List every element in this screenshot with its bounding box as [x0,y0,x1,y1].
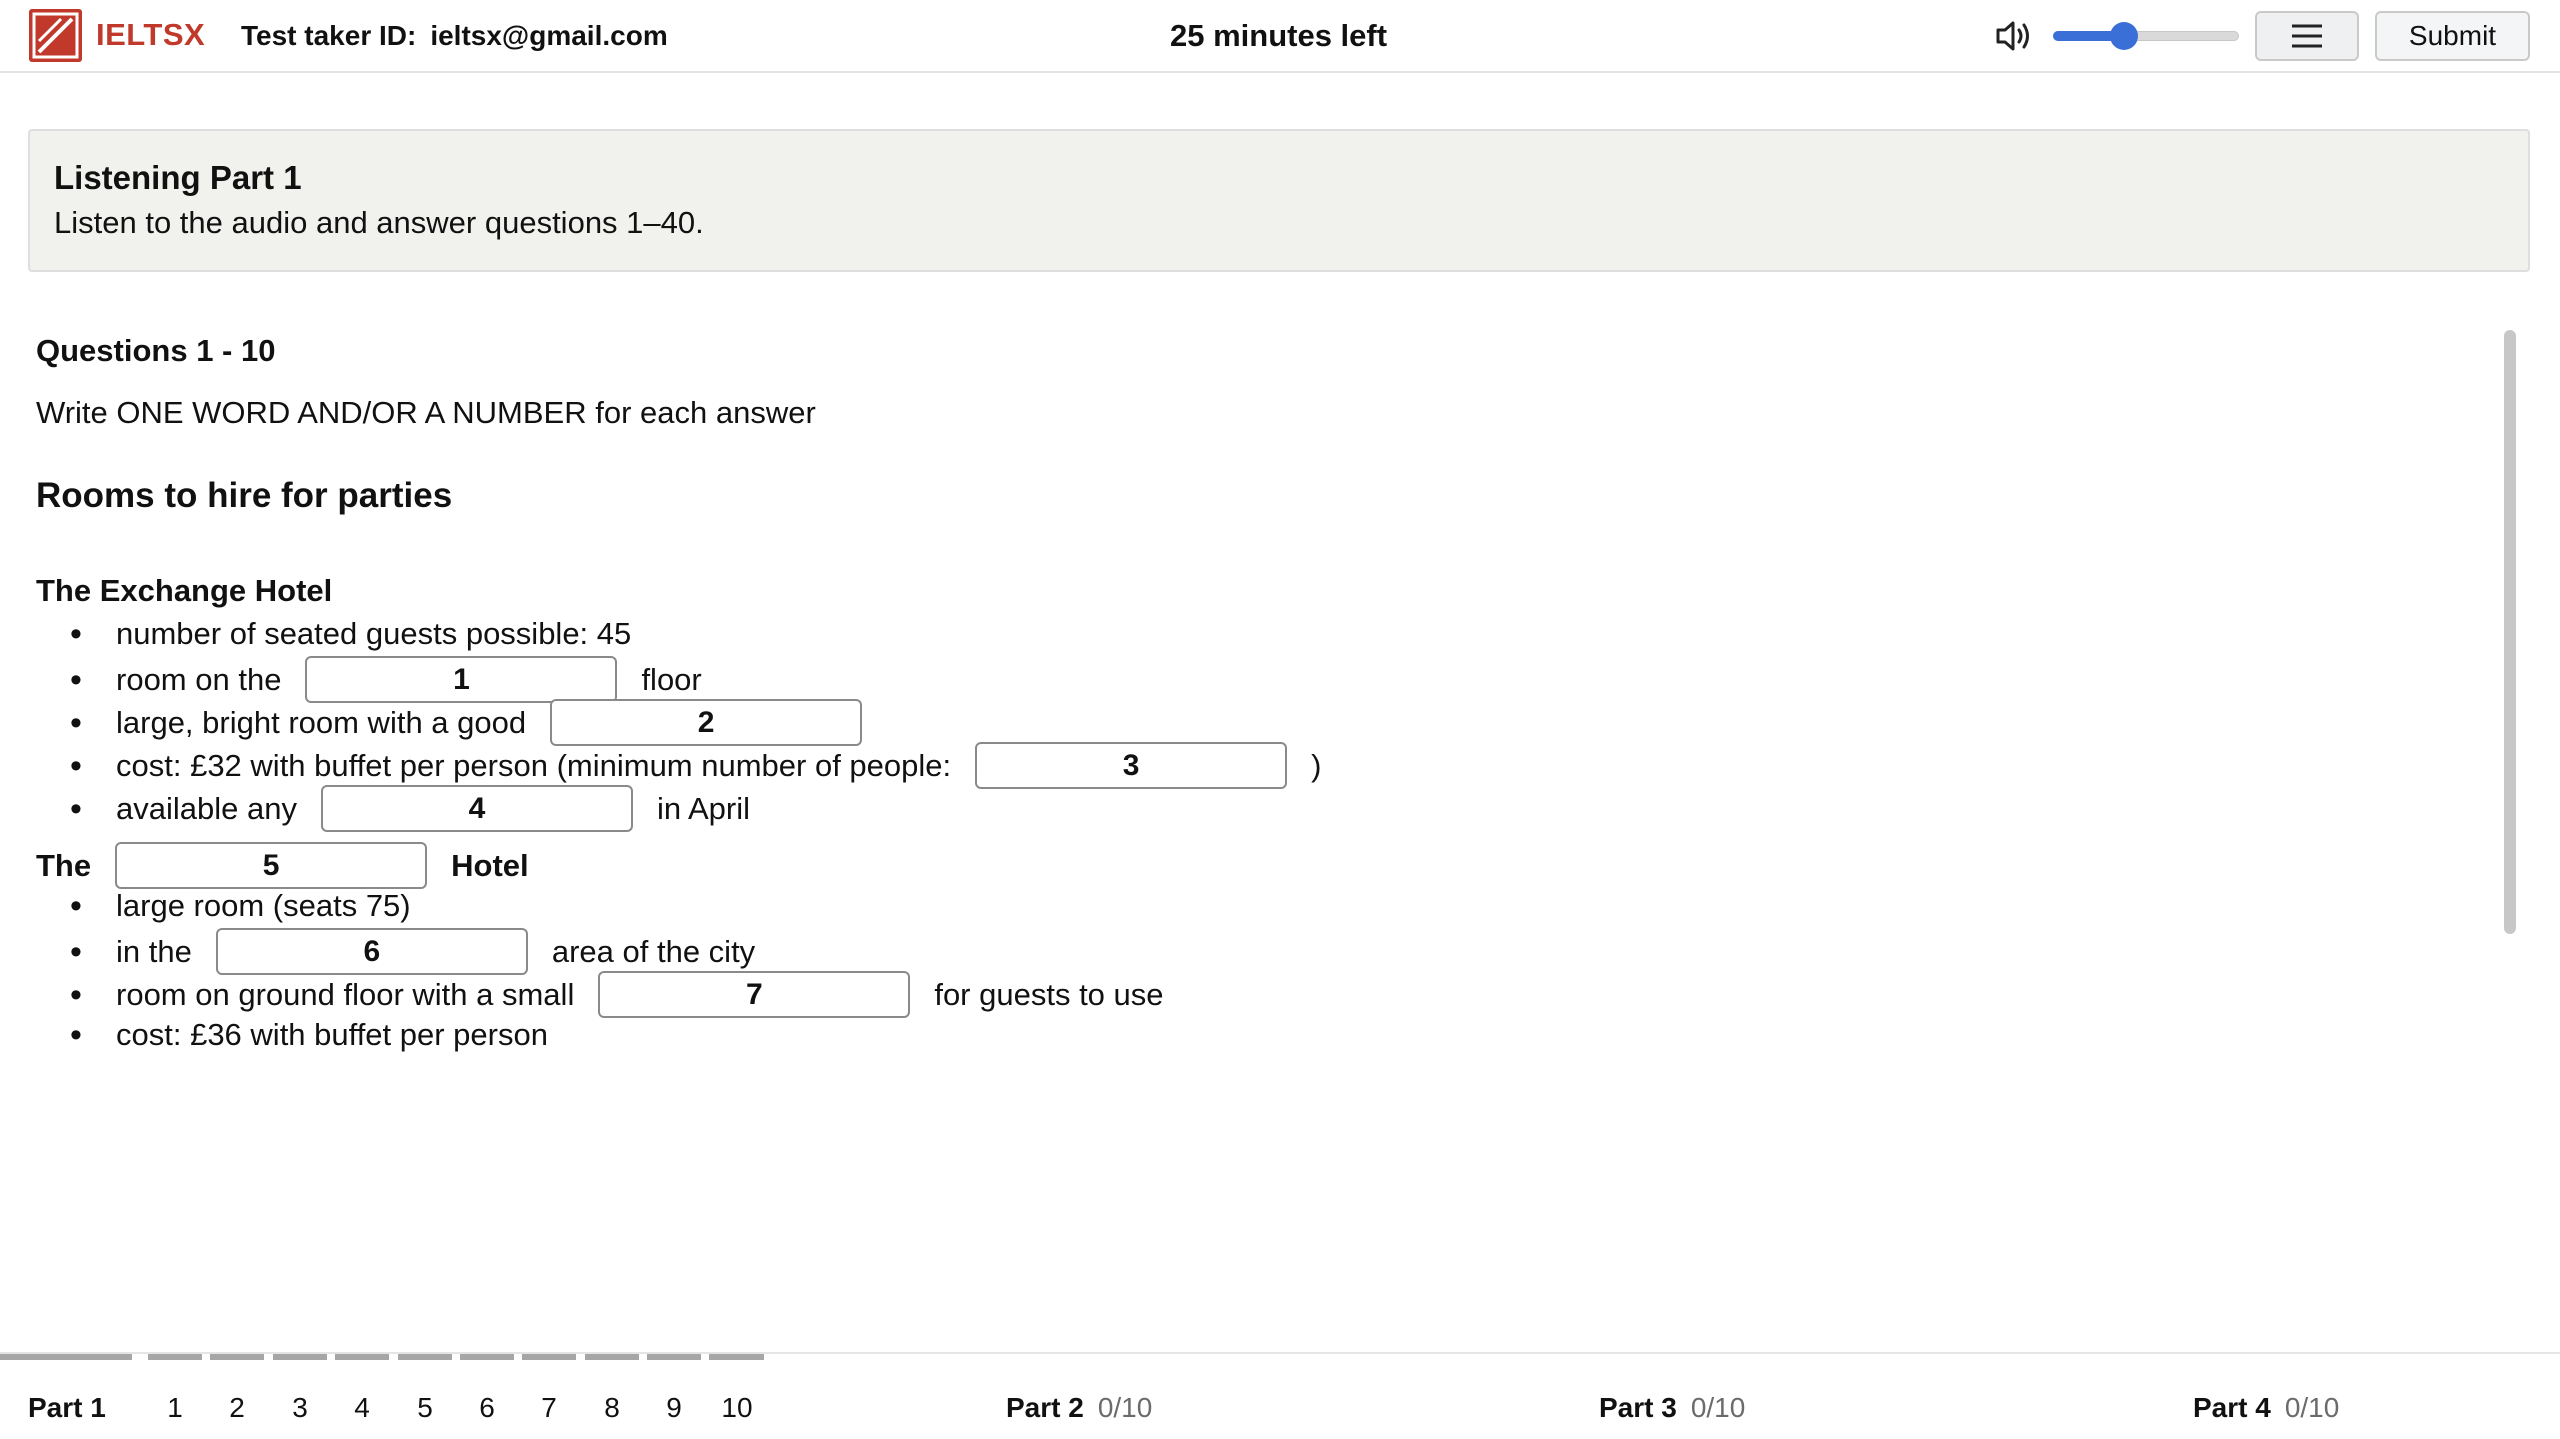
question-nav-5[interactable]: 5 [405,1388,445,1428]
test-taker-label: Test taker ID: [241,20,417,51]
list-item: • in the 6 area of the city [70,928,755,975]
answer-input-2[interactable]: 2 [550,699,863,746]
part-3-tab[interactable]: Part 3 0/10 [1599,1388,1745,1428]
bullet: • [70,703,82,742]
list-item-text: cost: £32 with buffet per person (minimu… [116,747,952,783]
part-4-tab[interactable]: Part 4 0/10 [2193,1388,2339,1428]
questions-instruction: Write ONE WORD AND/OR A NUMBER for each … [36,395,816,430]
test-taker-info: Test taker ID: ieltsx@gmail.com [241,16,668,56]
bullet: • [70,1016,82,1054]
list-item-text: in April [656,790,751,826]
part-title: Listening Part 1 [54,159,302,196]
question-nav-9[interactable]: 9 [654,1388,694,1428]
part-name: Part 4 [2193,1392,2271,1423]
question-nav-8[interactable]: 8 [592,1388,632,1428]
question-navigation: Part 1 1 2 3 4 5 6 7 8 9 10 Part 2 0/10 P… [0,1352,2560,1439]
question-nav-6[interactable]: 6 [467,1388,507,1428]
bullet: • [70,887,82,925]
bullet: • [70,932,82,971]
list-item-text: area of the city [551,933,756,969]
list-item: • cost: £32 with buffet per person (mini… [70,742,1321,789]
list-item: • room on ground floor with a small 7 fo… [70,971,1164,1018]
question-nav-7[interactable]: 7 [529,1388,569,1428]
list-item-text: room on ground floor with a small [116,976,575,1012]
bullet: • [70,975,82,1014]
brand-name: IELTSX [96,17,206,52]
list-item: • number of seated guests possible: 45 [70,613,631,655]
list-item-text: floor [641,661,702,697]
part-answered-count: 0/10 [2284,1392,2340,1423]
part-instruction: Listen to the audio and answer questions… [54,205,704,240]
question-nav-3[interactable]: 3 [280,1388,320,1428]
top-bar: IELTSX Test taker ID: ieltsx@gmail.com 25… [0,0,2560,73]
progress-segment [0,1354,132,1360]
question-pane[interactable]: Questions 1 - 10 Write ONE WORD AND/OR A… [0,320,2490,1320]
list-item-text: room on the [116,661,282,697]
list-item-text: available any [116,790,297,826]
part-answered-count: 0/10 [1690,1392,1746,1423]
bullet: • [70,789,82,828]
part-name: Part 2 [1006,1392,1084,1423]
question-nav-4[interactable]: 4 [342,1388,382,1428]
section-title-text: Hotel [451,847,529,883]
progress-segment [210,1354,264,1360]
volume-slider-thumb[interactable] [2110,22,2138,50]
volume-slider[interactable] [2053,22,2239,50]
submit-button[interactable]: Submit [2375,11,2530,61]
question-nav-2[interactable]: 2 [217,1388,257,1428]
answer-input-1[interactable]: 1 [305,656,618,703]
answer-input-7[interactable]: 7 [598,971,911,1018]
list-item-text: cost: £36 with buffet per person [116,1017,548,1052]
hamburger-menu-icon [2292,24,2322,48]
part-instruction-banner: Listening Part 1 Listen to the audio and… [28,129,2530,272]
part-2-tab[interactable]: Part 2 0/10 [1006,1388,1152,1428]
menu-button[interactable] [2255,11,2359,61]
answer-input-3[interactable]: 3 [975,742,1288,789]
progress-segment [273,1354,327,1360]
list-item-text: ) [1311,747,1322,783]
section-title-hotel: The 5 Hotel [36,842,529,889]
progress-segment [398,1354,452,1360]
form-title: Rooms to hire for parties [36,476,453,515]
list-item: • cost: £36 with buffet per person [70,1014,548,1056]
answer-input-6[interactable]: 6 [215,928,528,975]
progress-segment [460,1354,514,1360]
part-answered-count: 0/10 [1097,1392,1153,1423]
question-nav-10[interactable]: 10 [717,1388,757,1428]
list-item-text: in the [116,933,192,969]
progress-segment [335,1354,389,1360]
speaker-volume-icon[interactable] [1994,18,2036,54]
section-title-text: The [36,847,92,883]
list-item-text: large room (seats 75) [116,888,411,923]
part-1-tab[interactable]: Part 1 [28,1388,106,1428]
bullet: • [70,746,82,785]
answer-input-4[interactable]: 4 [320,785,633,832]
bullet: • [70,615,82,653]
list-item: • large, bright room with a good 2 [70,699,886,746]
bullet: • [70,660,82,699]
ieltsx-logo-icon [29,9,82,62]
list-item: • room on the 1 floor [70,656,702,703]
question-nav-1[interactable]: 1 [155,1388,195,1428]
section-title-exchange-hotel: The Exchange Hotel [36,573,333,608]
list-item-text: for guests to use [934,976,1164,1012]
questions-range-title: Questions 1 - 10 [36,333,276,368]
list-item: • large room (seats 75) [70,885,411,927]
progress-segment [148,1354,202,1360]
part-name: Part 1 [28,1392,106,1423]
question-scrollbar-thumb[interactable] [2504,330,2516,934]
test-taker-id: ieltsx@gmail.com [430,20,668,51]
list-item-text: large, bright room with a good [116,704,527,740]
progress-segment [522,1354,576,1360]
answer-input-5[interactable]: 5 [115,842,428,889]
progress-segment [585,1354,639,1360]
list-item: • available any 4 in April [70,785,750,832]
progress-segment [709,1354,764,1360]
progress-segment [647,1354,701,1360]
time-remaining: 25 minutes left [1170,18,1388,53]
part-name: Part 3 [1599,1392,1677,1423]
list-item-text: number of seated guests possible: 45 [116,616,632,651]
